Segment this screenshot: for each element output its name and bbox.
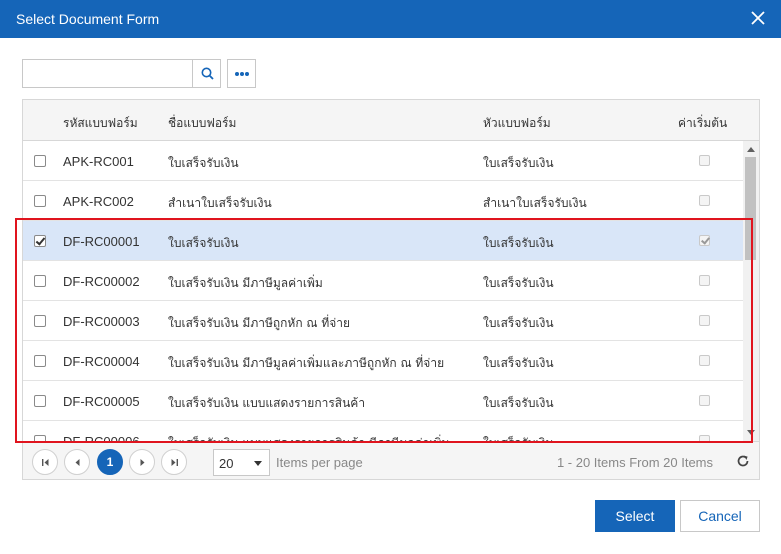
scroll-thumb[interactable]	[745, 157, 756, 260]
row-checkbox[interactable]	[34, 395, 46, 407]
page-size-select[interactable]: 20	[213, 449, 270, 476]
first-page-icon	[42, 459, 49, 466]
form-code-cell: DF-RC00005	[63, 394, 140, 409]
form-header-cell: ใบเสร็จรับเงิน	[483, 356, 554, 370]
form-header-cell: ใบเสร็จรับเงิน	[483, 316, 554, 330]
scroll-down-icon[interactable]	[747, 430, 755, 435]
table-row[interactable]: DF-RC00003 ใบเสร็จรับเงิน มีภาษีถูกหัก ณ …	[23, 301, 743, 341]
form-code-cell: DF-RC00006	[63, 434, 140, 441]
next-page-icon	[140, 459, 145, 466]
column-header-code[interactable]: รหัสแบบฟอร์ม	[63, 114, 138, 133]
prev-page-button[interactable]	[64, 449, 90, 475]
form-header-cell: ใบเสร็จรับเงิน	[483, 276, 554, 290]
default-checkbox	[699, 155, 710, 166]
table-row[interactable]: APK-RC002 สำเนาใบเสร็จรับเงิน สำเนาใบเสร็จ…	[23, 181, 743, 221]
row-checkbox[interactable]	[34, 275, 46, 287]
table-row[interactable]: DF-RC00001 ใบเสร็จรับเงิน ใบเสร็จรับเงิน	[23, 221, 743, 261]
table-row[interactable]: DF-RC00006 ใบเสร็จรับเงิน แบบแสดงรายการสิ…	[23, 421, 743, 441]
default-checkbox	[699, 275, 710, 286]
default-checkbox	[699, 315, 710, 326]
form-grid: รหัสแบบฟอร์ม ชื่อแบบฟอร์ม หัวแบบฟอร์ม ค่…	[22, 99, 760, 480]
form-code-cell: DF-RC00004	[63, 354, 140, 369]
form-name-cell: ใบเสร็จรับเงิน	[168, 156, 239, 170]
select-button[interactable]: Select	[595, 500, 675, 532]
form-name-cell: ใบเสร็จรับเงิน แบบแสดงรายการสินค้า	[168, 396, 366, 410]
chevron-down-icon	[254, 461, 262, 466]
form-header-cell: ใบเสร็จรับเงิน	[483, 236, 554, 250]
row-checkbox[interactable]	[34, 355, 46, 367]
form-name-cell: ใบเสร็จรับเงิน มีภาษีมูลค่าเพิ่ม	[168, 276, 323, 290]
default-checkbox	[699, 195, 710, 206]
form-code-cell: APK-RC001	[63, 154, 134, 169]
table-row[interactable]: DF-RC00002 ใบเสร็จรับเงิน มีภาษีมูลค่าเพิ…	[23, 261, 743, 301]
grid-rows: APK-RC001 ใบเสร็จรับเงิน ใบเสร็จรับเงิน APK…	[23, 141, 743, 441]
form-code-cell: DF-RC00002	[63, 274, 140, 289]
pager: 1 20 Items per page 1 - 20 Items From 20…	[23, 441, 759, 479]
more-icon	[235, 72, 250, 76]
table-row[interactable]: APK-RC001 ใบเสร็จรับเงิน ใบเสร็จรับเงิน	[23, 141, 743, 181]
scroll-up-icon[interactable]	[747, 147, 755, 152]
row-checkbox[interactable]	[34, 315, 46, 327]
form-header-cell: ใบเสร็จรับเงิน	[483, 396, 554, 410]
form-header-cell: สำเนาใบเสร็จรับเงิน	[483, 196, 587, 210]
row-checkbox[interactable]	[34, 195, 46, 207]
prev-page-icon	[75, 459, 80, 466]
table-row[interactable]: DF-RC00005 ใบเสร็จรับเงิน แบบแสดงรายการสิ…	[23, 381, 743, 421]
default-checkbox	[699, 395, 710, 406]
column-header-default[interactable]: ค่าเริ่มต้น	[678, 114, 727, 133]
form-code-cell: DF-RC00003	[63, 314, 140, 329]
default-checkbox	[699, 355, 710, 366]
form-name-cell: ใบเสร็จรับเงิน แบบแสดงรายการสินค้า มีภาษ…	[168, 434, 449, 441]
last-page-button[interactable]	[161, 449, 187, 475]
row-checkbox[interactable]	[34, 235, 46, 247]
column-header-form-header[interactable]: หัวแบบฟอร์ม	[483, 114, 551, 133]
dialog-title: Select Document Form	[16, 11, 160, 27]
form-name-cell: สำเนาใบเสร็จรับเงิน	[168, 196, 272, 210]
more-options-button[interactable]	[227, 59, 256, 88]
table-row[interactable]: DF-RC00004 ใบเสร็จรับเงิน มีภาษีมูลค่าเพิ…	[23, 341, 743, 381]
search-icon	[201, 67, 214, 80]
form-name-cell: ใบเสร็จรับเงิน มีภาษีมูลค่าเพิ่มและภาษีถ…	[168, 356, 445, 370]
pager-info: 1 - 20 Items From 20 Items	[556, 455, 713, 470]
row-checkbox[interactable]	[34, 155, 46, 167]
page-size-value: 20	[219, 456, 234, 471]
page-1-button[interactable]: 1	[97, 449, 123, 475]
form-header-cell: ใบเสร็จรับเงิน	[483, 434, 554, 441]
form-code-cell: DF-RC00001	[63, 234, 140, 249]
first-page-button[interactable]	[32, 449, 58, 475]
search-input[interactable]	[23, 60, 192, 87]
vertical-scrollbar[interactable]	[743, 141, 759, 441]
refresh-icon[interactable]	[735, 453, 751, 469]
page-size-label: Items per page	[276, 455, 363, 470]
form-header-cell: ใบเสร็จรับเงิน	[483, 156, 554, 170]
form-name-cell: ใบเสร็จรับเงิน	[168, 236, 239, 250]
form-code-cell: APK-RC002	[63, 194, 134, 209]
column-header-name[interactable]: ชื่อแบบฟอร์ม	[168, 114, 236, 133]
next-page-button[interactable]	[129, 449, 155, 475]
default-checkbox	[699, 235, 710, 246]
search-box	[22, 59, 221, 88]
dialog-titlebar: Select Document Form	[0, 0, 781, 38]
close-icon[interactable]	[749, 9, 767, 27]
grid-header: รหัสแบบฟอร์ม ชื่อแบบฟอร์ม หัวแบบฟอร์ม ค่…	[23, 100, 759, 141]
form-name-cell: ใบเสร็จรับเงิน มีภาษีถูกหัก ณ ที่จ่าย	[168, 316, 351, 330]
search-button[interactable]	[192, 60, 220, 87]
last-page-icon	[171, 459, 178, 466]
cancel-button[interactable]: Cancel	[680, 500, 760, 532]
